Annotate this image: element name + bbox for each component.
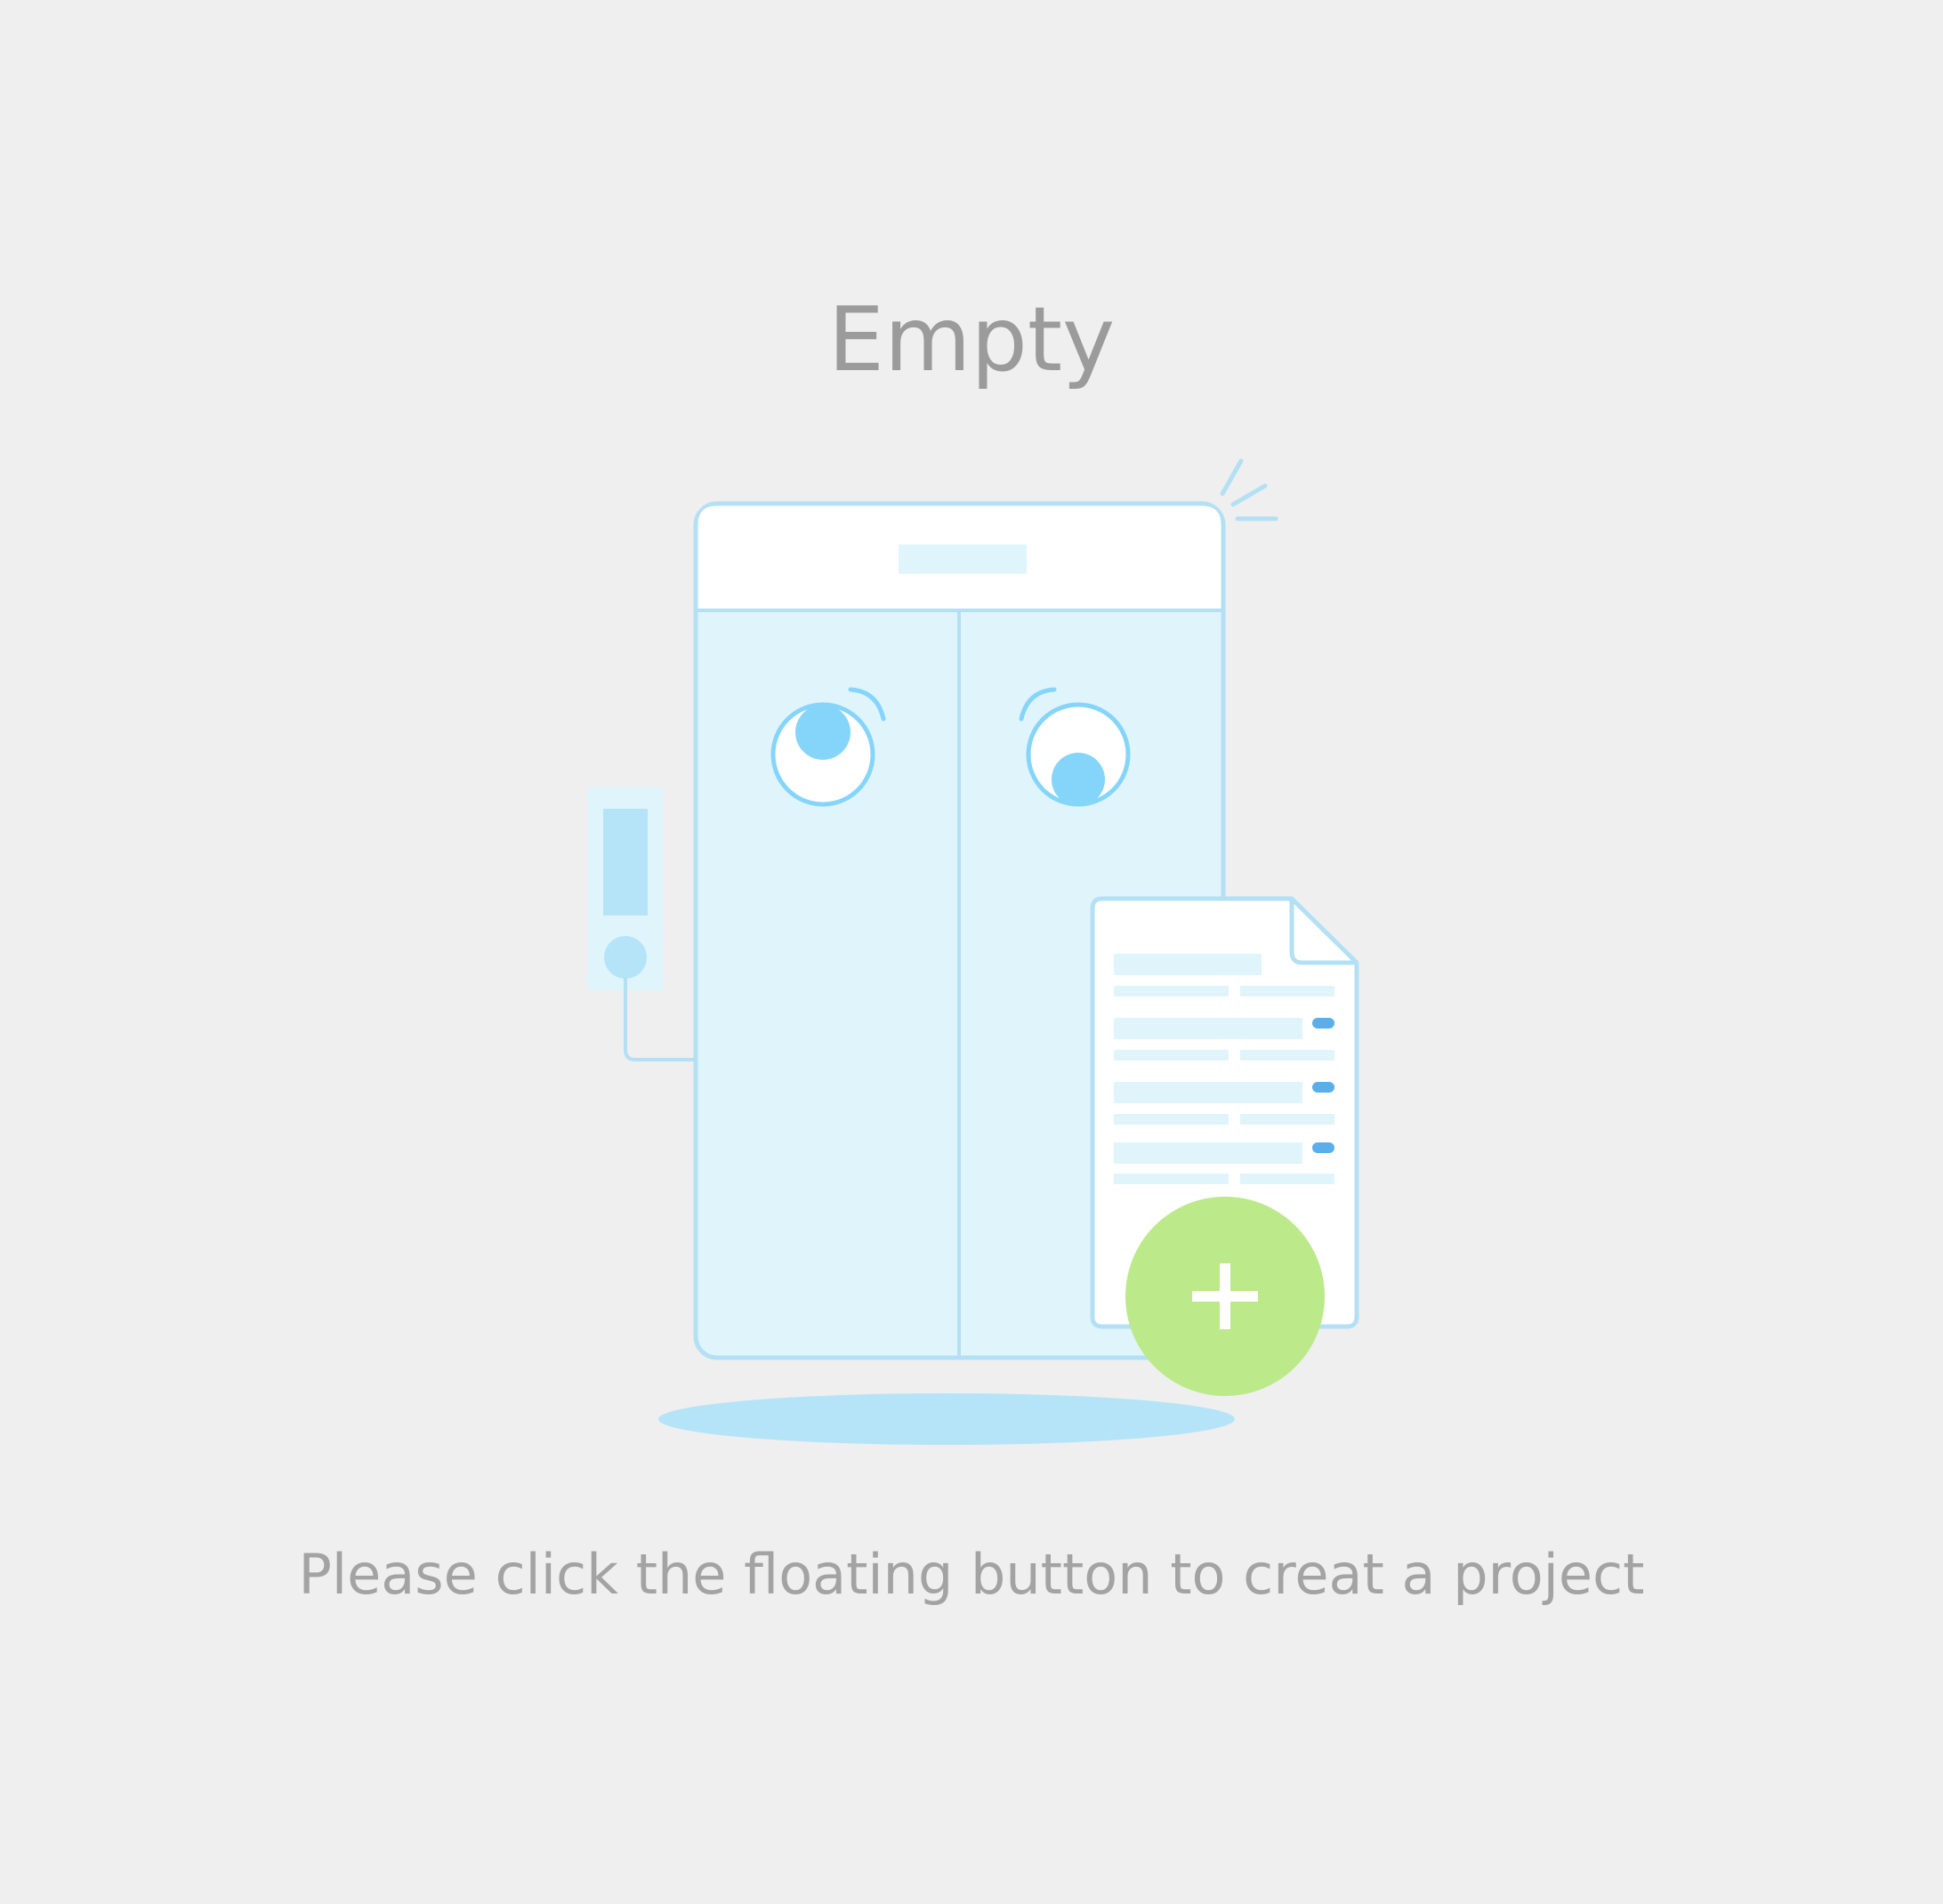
- floor-shadow: [658, 1393, 1235, 1445]
- elevator-call-panel-icon: [587, 787, 697, 1061]
- empty-state-illustration: [587, 458, 1359, 1445]
- empty-state-message: Please click the floating button to crea…: [298, 1542, 1645, 1607]
- add-project-fab-illustration: [1125, 1197, 1325, 1396]
